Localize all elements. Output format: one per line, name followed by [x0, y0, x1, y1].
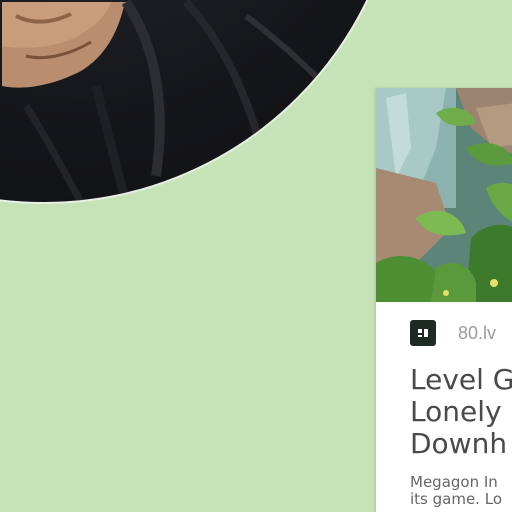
headline-line: Lonely [410, 395, 502, 428]
source-row[interactable]: 80.lv [410, 318, 496, 348]
headline-line: Downh [410, 427, 508, 460]
headline-line: Level G [410, 363, 512, 396]
article-summary: Megagon In its game. Lo [410, 474, 512, 508]
summary-line: Megagon In [410, 473, 498, 491]
article-card[interactable]: 80.lv Level G Lonely Downh Megagon In it… [376, 88, 512, 512]
80lv-logo-icon [410, 320, 436, 346]
article-image[interactable] [376, 88, 512, 302]
article-headline[interactable]: Level G Lonely Downh [410, 364, 512, 460]
page: 80.lv Level G Lonely Downh Megagon In it… [0, 0, 512, 512]
profile-photo-icon [2, 0, 349, 202]
summary-line: its game. Lo [410, 490, 502, 508]
jungle-waterfall-scene-image [376, 88, 512, 302]
profile-photo [0, 0, 404, 204]
source-name[interactable]: 80.lv [458, 323, 496, 344]
